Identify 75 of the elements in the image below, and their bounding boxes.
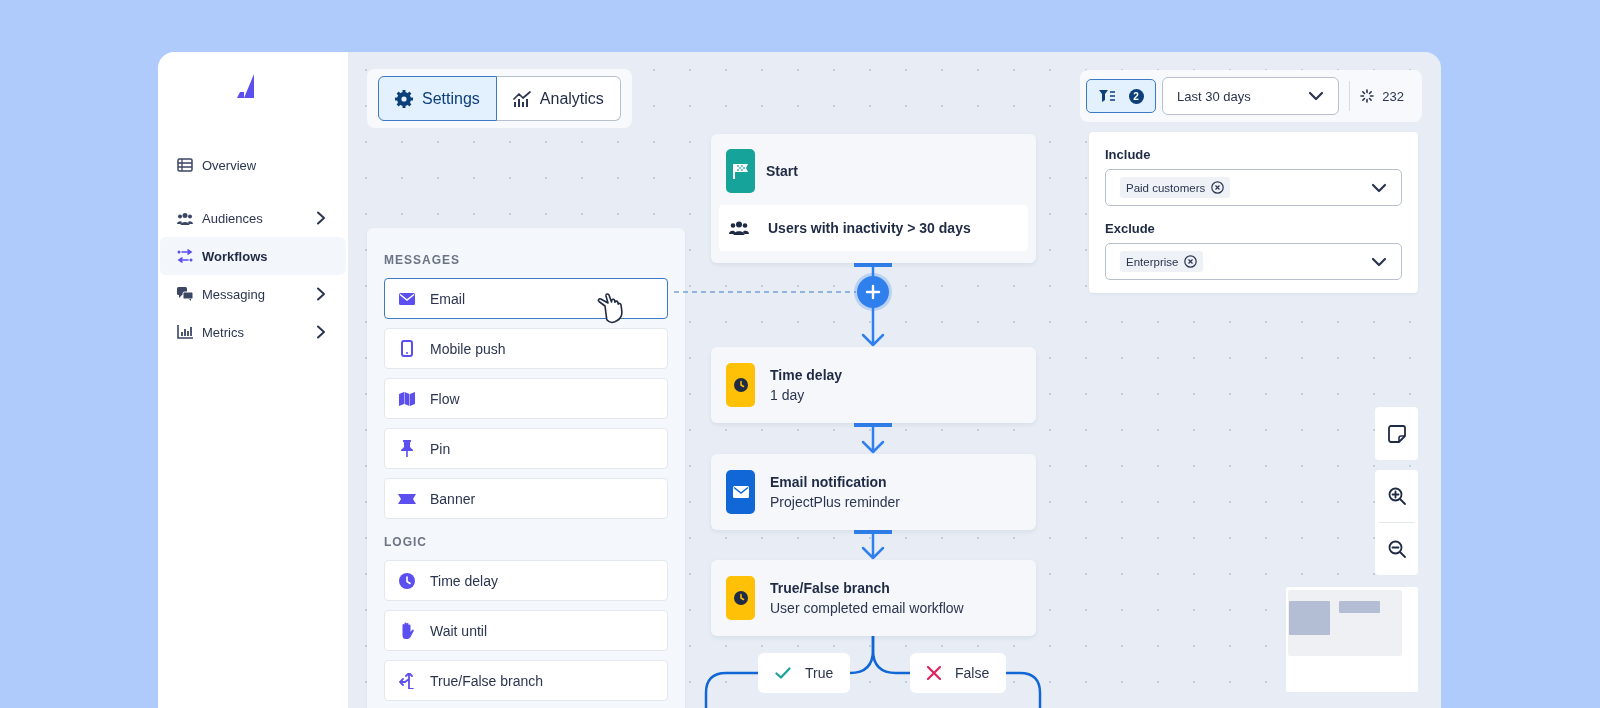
pushpin-icon [398, 440, 416, 457]
envelope-icon [398, 292, 416, 305]
branch-label[interactable]: True [758, 653, 851, 693]
sticky-note-button[interactable] [1375, 407, 1418, 460]
count-text: 232 [1382, 88, 1404, 104]
clock-icon [398, 572, 416, 589]
add-step-button[interactable] [857, 276, 889, 308]
phone-icon [398, 340, 416, 357]
people-icon [729, 221, 749, 235]
field-label: Exclude [1105, 221, 1156, 236]
remove-icon [1184, 255, 1198, 268]
block-item[interactable]: Email [384, 278, 668, 319]
filter-button[interactable]: 2 [1086, 79, 1156, 113]
sidebar-item[interactable]: Audiences [160, 199, 346, 237]
plus-icon [865, 284, 881, 300]
view-tab[interactable]: Settings [378, 76, 497, 121]
block-item[interactable]: Pin [384, 428, 668, 469]
zoom-in-icon [1387, 487, 1406, 505]
map-icon [398, 391, 416, 406]
spinner-icon [1360, 89, 1375, 103]
cross-icon [927, 666, 941, 680]
chat-icon [177, 287, 193, 301]
node-subtitle: 1 day [770, 387, 806, 403]
zoom-out-icon [1387, 540, 1406, 558]
workflow-icon [177, 249, 193, 263]
count-badge: 2 [1128, 88, 1144, 104]
node-title: Time delay [770, 367, 843, 383]
check-icon [775, 667, 791, 679]
connector-arrow [854, 530, 892, 560]
envelope-icon [732, 486, 749, 498]
gear-icon [395, 89, 413, 108]
node-title: Start [766, 163, 798, 179]
select-field[interactable]: Paid customers [1105, 169, 1402, 206]
people-icon [177, 211, 193, 225]
line-chart-icon [512, 90, 531, 107]
logo-icon [237, 74, 255, 100]
node-title: True/False branch [770, 580, 891, 596]
block-item[interactable]: Mobile push [384, 328, 668, 369]
sidebar-item[interactable]: Overview [160, 146, 346, 184]
field-label: Include [1105, 147, 1152, 162]
workflow-node[interactable]: Time delay 1 day [711, 347, 1036, 423]
block-item[interactable]: Wait until [384, 610, 668, 651]
block-item[interactable]: True/False branch [384, 660, 668, 701]
sidebar-item[interactable]: Messaging [160, 275, 346, 313]
node-title: Email notification [770, 474, 888, 490]
branch-label[interactable]: False [910, 653, 1007, 693]
remove-icon [1211, 181, 1225, 194]
block-item[interactable]: Flow [384, 378, 668, 419]
table-icon [177, 158, 193, 172]
clock-icon [733, 378, 748, 392]
section-heading: MESSAGES [384, 253, 461, 267]
block-item[interactable]: Time delay [384, 560, 668, 601]
view-tab[interactable]: Analytics [496, 76, 621, 121]
date-range-dropdown[interactable]: Last 30 days [1162, 77, 1340, 115]
select-field[interactable]: Enterprise [1105, 243, 1402, 280]
start-node[interactable]: Start Users with inactivity > 30 days [711, 134, 1036, 263]
tag[interactable]: Enterprise [1120, 251, 1204, 272]
sidebar-item[interactable]: Workflows [160, 237, 346, 275]
workflow-node[interactable]: Email notification ProjectPlus reminder [711, 454, 1036, 530]
audience-text: Users with inactivity > 30 days [768, 220, 971, 236]
workflow-node[interactable]: True/False branch User completed email workflow [711, 560, 1036, 636]
section-heading: LOGIC [384, 535, 428, 549]
tag[interactable]: Paid customers [1120, 177, 1231, 198]
split-arrow-icon [398, 672, 416, 689]
flag-icon [731, 163, 750, 179]
block-item[interactable]: Banner [384, 478, 668, 519]
ribbon-icon [398, 493, 416, 504]
bar-chart-icon [177, 325, 193, 339]
connector-arrow [854, 423, 892, 454]
node-subtitle: User completed email workflow [770, 600, 964, 616]
node-subtitle: ProjectPlus reminder [770, 494, 900, 510]
sidebar-item[interactable]: Metrics [160, 313, 346, 351]
clock-icon [733, 591, 748, 605]
filter-icon [1098, 90, 1115, 102]
sticky-note-icon [1387, 424, 1406, 443]
